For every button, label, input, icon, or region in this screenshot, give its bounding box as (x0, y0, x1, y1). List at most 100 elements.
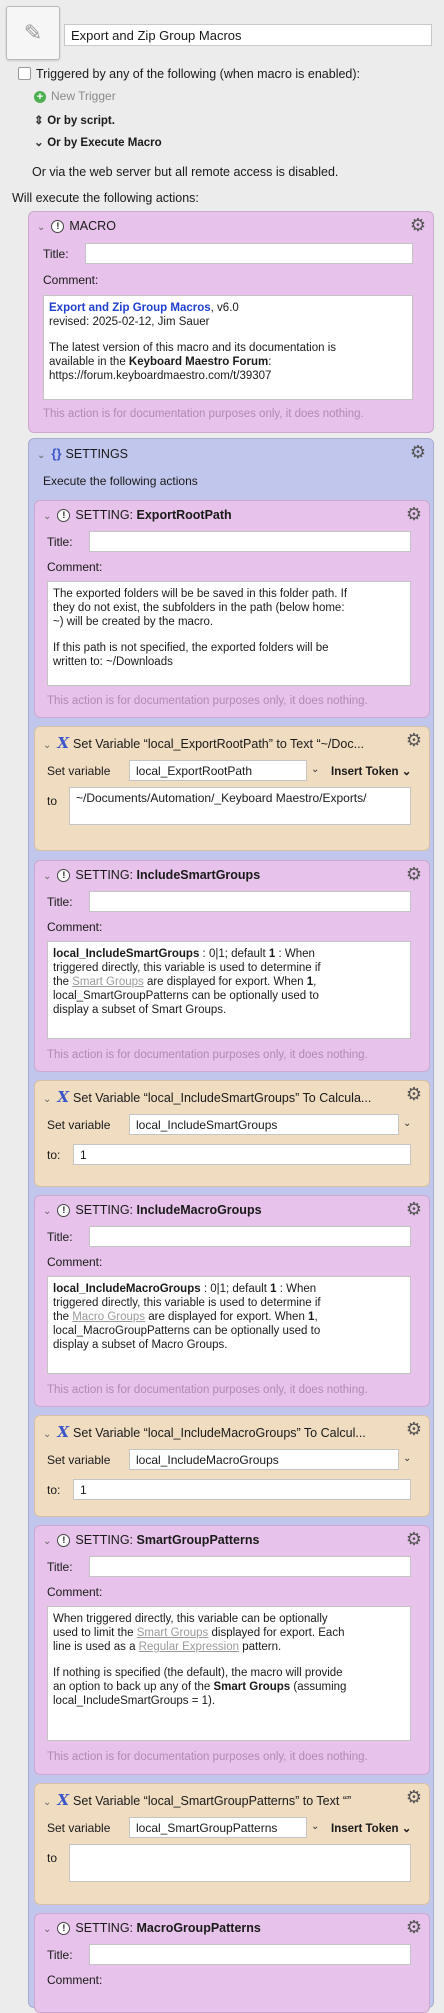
comment-line: local_IncludeSmartGroups = 1). (53, 1695, 216, 1707)
variable-name-field[interactable]: local_SmartGroupPatterns (129, 1817, 307, 1838)
gear-icon[interactable]: ⚙ (405, 1918, 423, 1936)
action-setting-smart-patterns[interactable]: ⌄! SETTING: SmartGroupPatterns ⚙ Title: C… (34, 1525, 430, 1775)
disclosure-chevron-icon[interactable]: ⌄ (43, 1429, 51, 1440)
disclosure-chevron-icon[interactable]: ⌄ (43, 1206, 51, 1217)
variable-x-icon: X (57, 734, 70, 752)
doc-note: This action is for documentation purpose… (47, 695, 368, 707)
variable-x-icon: X (57, 1088, 70, 1106)
action-title: ⌄! MACRO (37, 219, 116, 233)
action-set-variable-include-macro[interactable]: ⌄ X Set Variable “local_IncludeMacroGroups… (34, 1415, 430, 1517)
by-execute-macro-row: ⌄ Or by Execute Macro (0, 131, 444, 153)
action-title: ⌄ {} SETTINGS (37, 446, 128, 461)
title-field[interactable] (89, 1944, 411, 1965)
comment-field[interactable]: local_IncludeSmartGroups : 0|1; default … (47, 941, 411, 1039)
action-set-variable-include-smart[interactable]: ⌄ X Set Variable “local_IncludeSmartGroups… (34, 1080, 430, 1187)
title-label: Title: (47, 1230, 73, 1244)
new-trigger-button[interactable]: + New Trigger (34, 89, 116, 103)
variable-dropdown-chevron-icon[interactable]: ⌄ (311, 1821, 319, 1832)
smart-groups-link[interactable]: Smart Groups (137, 1627, 209, 1639)
set-variable-label: Set variable (47, 1118, 111, 1132)
macro-title-link[interactable]: Export and Zip Group Macros (49, 302, 211, 314)
trigger-checkbox[interactable] (18, 67, 31, 80)
comment-text: : 0|1; default (200, 1283, 271, 1295)
variable-dropdown-chevron-icon[interactable]: ⌄ (311, 764, 319, 775)
disclosure-chevron-icon[interactable]: ⌄ (37, 450, 45, 461)
disclosure-chevron-icon[interactable]: ⌄ (43, 1924, 51, 1935)
action-setting-include-macro[interactable]: ⌄! SETTING: IncludeMacroGroups ⚙ Title: C… (34, 1195, 430, 1407)
action-setting-export-root[interactable]: ⌄! SETTING: ExportRootPath ⚙ Title: Comme… (34, 500, 430, 718)
comment-field[interactable]: When triggered directly, this variable c… (47, 1606, 411, 1741)
action-set-variable-smart-patterns[interactable]: ⌄ X Set Variable “local_SmartGroupPatterns… (34, 1783, 430, 1905)
macro-name-field[interactable]: Export and Zip Group Macros (64, 24, 432, 46)
comment-line: written to: ~/Downloads (53, 656, 173, 668)
disclosure-chevron-icon[interactable]: ⌄ (43, 1094, 51, 1105)
comment-label: Comment: (47, 1973, 103, 1987)
title-field[interactable] (89, 891, 411, 912)
gear-icon[interactable]: ⚙ (405, 1085, 423, 1103)
by-execute-macro-option[interactable]: ⌄ Or by Execute Macro (34, 135, 162, 149)
comment-icon: ! (57, 509, 71, 522)
gear-icon[interactable]: ⚙ (405, 865, 423, 883)
gear-icon[interactable]: ⚙ (405, 1420, 423, 1438)
gear-icon[interactable]: ⚙ (405, 505, 423, 523)
setting-name: MacroGroupPatterns (136, 1921, 261, 1935)
calculation-field[interactable]: 1 (73, 1479, 411, 1500)
comment-field[interactable]: local_IncludeMacroGroups : 0|1; default … (47, 1276, 411, 1374)
variable-name-field[interactable]: local_ExportRootPath (129, 760, 307, 781)
to-label: to (47, 1851, 58, 1865)
doc-note: This action is for documentation purpose… (47, 1384, 368, 1396)
insert-token-button[interactable]: Insert Token ⌄ (331, 764, 411, 778)
title-field[interactable] (85, 243, 413, 264)
title-field[interactable] (89, 1556, 411, 1577)
variable-dropdown-chevron-icon[interactable]: ⌄ (403, 1118, 411, 1129)
action-set-variable-export-root[interactable]: ⌄ X Set Variable “local_ExportRootPath” to… (34, 726, 430, 851)
text-value-field[interactable]: ~/Documents/Automation/_Keyboard Maestro… (69, 787, 411, 825)
gear-icon[interactable]: ⚙ (405, 1200, 423, 1218)
set-variable-label: Set variable (47, 764, 111, 778)
variable-dropdown-chevron-icon[interactable]: ⌄ (403, 1453, 411, 1464)
comment-line: ~) will be created by the macro. (53, 616, 214, 628)
macro-groups-link[interactable]: Macro Groups (72, 1311, 145, 1323)
disclosure-chevron-icon[interactable]: ⌄ (43, 511, 51, 522)
action-title: ⌄ X Set Variable “local_ExportRootPath” to… (43, 734, 364, 752)
insert-token-button[interactable]: Insert Token ⌄ (331, 1821, 411, 1835)
by-script-option[interactable]: ⇕ Or by script. (34, 113, 115, 127)
action-title-text: SETTING: (75, 508, 137, 522)
title-field[interactable] (89, 531, 411, 552)
title-label: Title: (47, 895, 73, 909)
variable-name-field[interactable]: local_IncludeSmartGroups (129, 1114, 399, 1135)
action-setting-include-smart[interactable]: ⌄! SETTING: IncludeSmartGroups ⚙ Title: C… (34, 860, 430, 1072)
comment-label: Comment: (47, 1585, 103, 1599)
gear-icon[interactable]: ⚙ (405, 1530, 423, 1548)
doc-note: This action is for documentation purpose… (47, 1049, 368, 1061)
action-setting-macro-patterns[interactable]: ⌄! SETTING: MacroGroupPatterns ⚙ Title: C… (34, 1913, 430, 2013)
disclosure-chevron-icon[interactable]: ⌄ (43, 871, 51, 882)
disclosure-chevron-icon[interactable]: ⌄ (43, 1536, 51, 1547)
comment-field[interactable]: The exported folders will be be saved in… (47, 581, 411, 686)
gear-icon[interactable]: ⚙ (405, 731, 423, 749)
action-title-text: Set Variable “local_SmartGroupPatterns” … (73, 1794, 352, 1808)
gear-icon[interactable]: ⚙ (405, 1788, 423, 1806)
trigger-enable-row: Triggered by any of the following (when … (0, 64, 444, 84)
title-label: Title: (47, 1948, 73, 1962)
action-title: ⌄! SETTING: IncludeSmartGroups (43, 868, 260, 882)
variable-name-field[interactable]: local_IncludeMacroGroups (129, 1449, 399, 1470)
disclosure-chevron-icon[interactable]: ⌄ (43, 740, 51, 751)
gear-icon[interactable]: ⚙ (409, 443, 427, 461)
action-title-text: Set Variable “local_IncludeSmartGroups” … (73, 1091, 372, 1105)
gear-icon[interactable]: ⚙ (409, 216, 427, 234)
smart-groups-link[interactable]: Smart Groups (72, 976, 144, 988)
comment-text: the (53, 1311, 73, 1323)
disclosure-chevron-icon[interactable]: ⌄ (37, 222, 45, 233)
text-value-field[interactable] (69, 1844, 411, 1882)
disclosure-chevron-icon[interactable]: ⌄ (43, 1797, 51, 1808)
comment-field[interactable]: Export and Zip Group Macros, v6.0 revise… (43, 295, 413, 400)
calculation-field[interactable]: 1 (73, 1144, 411, 1165)
macro-icon[interactable]: ✎ (6, 6, 60, 60)
forum-url[interactable]: https://forum.keyboardmaestro.com/t/3930… (49, 369, 407, 383)
regular-expression-link[interactable]: Regular Expression (139, 1641, 239, 1653)
insert-token-label: Insert Token (331, 766, 399, 778)
title-field[interactable] (89, 1226, 411, 1247)
action-title: ⌄ X Set Variable “local_IncludeSmartGroups… (43, 1088, 371, 1106)
action-macro-comment[interactable]: ⌄! MACRO ⚙ Title: Comment: Export and Zip… (28, 211, 434, 433)
